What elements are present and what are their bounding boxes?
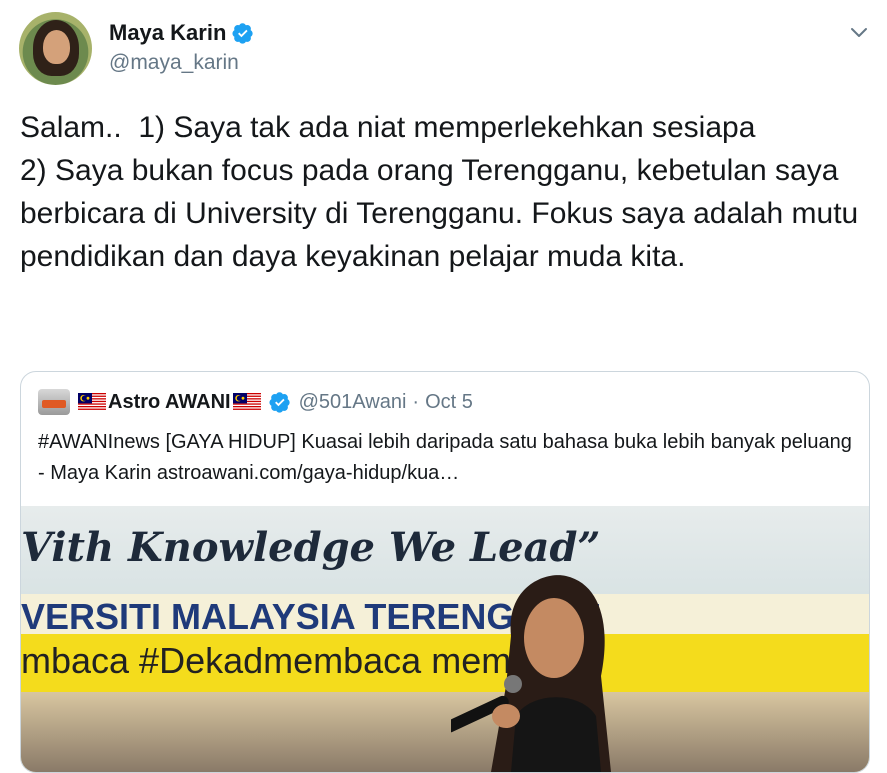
tweet-text: Salam.. 1) Saya tak ada niat memperlekeh… <box>20 111 859 273</box>
quoted-tweet-card[interactable]: Astro AWANI @501Awani · Oct 5 #AWANInews… <box>20 371 870 773</box>
malaysia-flag-icon <box>78 393 106 411</box>
verified-badge-icon <box>232 23 254 44</box>
quoted-tweet-image[interactable]: Vith Knowledge We Lead” VERSITI MALAYSIA… <box>21 506 869 772</box>
speaker-figure <box>451 575 611 772</box>
quoted-handle[interactable]: @501Awani <box>299 391 407 414</box>
chevron-down-icon[interactable] <box>849 22 869 42</box>
quoted-avatar[interactable] <box>38 389 70 415</box>
meta-separator: · <box>412 390 420 413</box>
avatar[interactable] <box>19 12 92 85</box>
quoted-date[interactable]: Oct 5 <box>425 391 473 414</box>
malaysia-flag-icon <box>232 393 261 411</box>
banner-slogan: Vith Knowledge We Lead” <box>21 524 601 571</box>
author-name[interactable]: Maya Karin <box>109 20 254 46</box>
quoted-tweet-header: Astro AWANI @501Awani · Oct 5 <box>38 389 473 415</box>
tweet: Maya Karin @maya_karin Salam.. 1) Saya t… <box>0 0 887 773</box>
quoted-author-name[interactable]: Astro AWANI <box>108 391 231 414</box>
verified-badge-icon <box>269 392 290 413</box>
quoted-tweet-text: #AWANInews [GAYA HIDUP] Kuasai lebih dar… <box>38 431 852 484</box>
author-handle[interactable]: @maya_karin <box>109 51 239 75</box>
author-name-text[interactable]: Maya Karin <box>109 20 226 46</box>
